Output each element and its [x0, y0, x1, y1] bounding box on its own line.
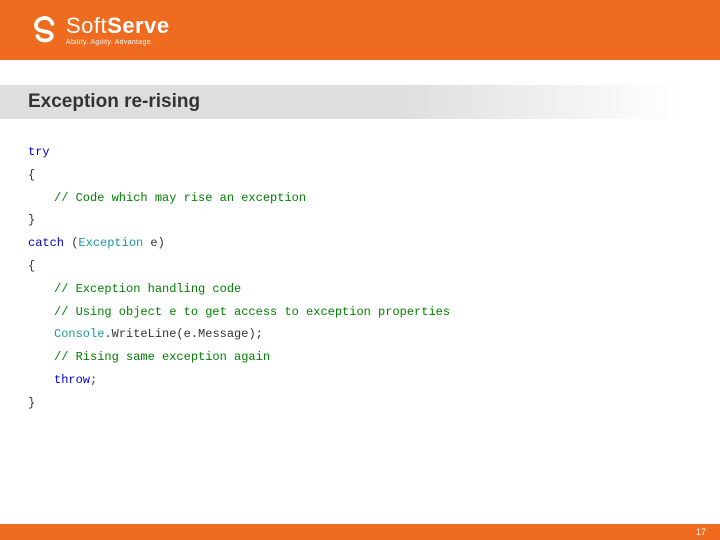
brand-text: SoftServe Ability. Agility. Advantage.: [66, 15, 170, 46]
code-block: try { // Code which may rise an exceptio…: [0, 119, 720, 437]
code-line: catch (Exception e): [28, 232, 692, 255]
code-line: {: [28, 164, 692, 187]
code-line: // Exception handling code: [28, 278, 692, 301]
page-number: 17: [696, 527, 706, 537]
slide-title: Exception re-rising: [28, 91, 200, 113]
code-line: {: [28, 255, 692, 278]
footer-bar: 17: [0, 524, 720, 540]
code-line: try: [28, 141, 692, 164]
code-line: // Rising same exception again: [28, 346, 692, 369]
header-bar: SoftServe Ability. Agility. Advantage.: [0, 0, 720, 60]
code-line: // Using object e to get access to excep…: [28, 301, 692, 324]
code-line: // Code which may rise an exception: [28, 187, 692, 210]
softserve-logo-icon: [30, 15, 60, 45]
code-line: }: [28, 392, 692, 415]
code-line: throw;: [28, 369, 692, 392]
slide-title-band: Exception re-rising: [0, 85, 720, 119]
code-line: }: [28, 209, 692, 232]
code-line: Console.WriteLine(e.Message);: [28, 323, 692, 346]
brand-logo: SoftServe Ability. Agility. Advantage.: [30, 15, 170, 46]
brand-tagline: Ability. Agility. Advantage.: [66, 39, 170, 46]
brand-name: SoftServe: [66, 15, 170, 37]
